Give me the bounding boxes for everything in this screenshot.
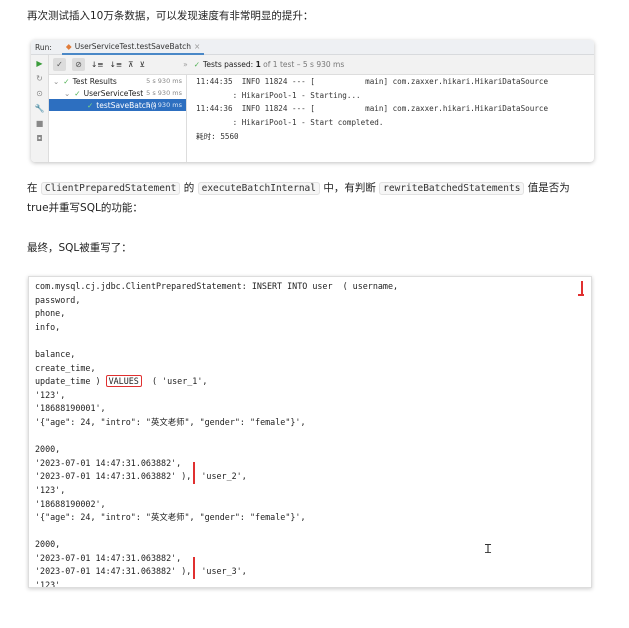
- more-icon[interactable]: »: [183, 60, 188, 69]
- code-line: '{"age": 24, "intro": "英文老师", "gender": …: [35, 416, 306, 427]
- tree-time: 5 s 930 ms: [146, 89, 182, 97]
- code-line: ​: [35, 525, 585, 539]
- left-gutter: ▶ ↻ ⊙ 🔧 ■ ◘: [31, 55, 49, 162]
- tree-label: Test Results: [72, 76, 117, 86]
- code-line: balance,: [35, 348, 76, 359]
- camera-icon[interactable]: ◘: [36, 134, 42, 143]
- code-line: '123': [35, 580, 61, 588]
- code-line: '2023-07-01 14:47:31.063882' ),( 'user_3…: [35, 566, 247, 577]
- code-line: 2000,: [35, 444, 61, 455]
- run-icon[interactable]: ▶: [36, 59, 42, 68]
- inline-code: ClientPreparedStatement: [40, 182, 181, 195]
- code-line: '18688190001',: [35, 403, 106, 414]
- paragraph-line-1: 在 ClientPreparedStatement 的 executeBatch…: [27, 178, 570, 199]
- wrench-icon[interactable]: 🔧: [35, 104, 45, 113]
- text: 值是否为: [524, 182, 570, 194]
- values-highlight: VALUES: [105, 375, 142, 388]
- code-text: ( 'user_1',: [141, 376, 208, 387]
- console-output: 11:44:35 INFO 11824 --- [ main] com.zaxx…: [196, 75, 594, 162]
- code-line: password,: [35, 294, 81, 305]
- tree-item-testsavebatch[interactable]: ✓ testSaveBatch() 5 s 930 ms: [49, 99, 186, 111]
- close-icon[interactable]: ×: [194, 42, 200, 51]
- code-line: '123',: [35, 389, 66, 400]
- ide-run-panel: Run: ◆ UserServiceTest.testSaveBatch × ▶ ↻ ⊙…: [31, 40, 594, 162]
- tab-label: UserServiceTest.testSaveBatch: [74, 41, 192, 51]
- status-suffix: of 1 test – 5 s 930 ms: [260, 60, 345, 69]
- sql-code-block: com.mysql.cj.jdbc.ClientPreparedStatemen…: [28, 276, 592, 588]
- code-line: '2023-07-01 14:47:31.063882',: [35, 457, 182, 468]
- console-line: 11:44:36 INFO 11824 --- [ main] com.zaxx…: [196, 104, 549, 114]
- console-line: : HikariPool-1 - Starting...: [196, 90, 361, 100]
- code-line: '2023-07-01 14:47:31.063882',: [35, 552, 182, 563]
- text: 在: [27, 182, 41, 194]
- show-ignored-icon[interactable]: ⊘: [72, 58, 85, 71]
- test-tree: ⌄ ✓ Test Results 5 s 930 ms ⌄ ✓ UserServiceTe…: [49, 75, 187, 162]
- tree-time: 5 s 930 ms: [146, 101, 182, 109]
- red-annotation-mark: [193, 462, 195, 484]
- code-line: '2023-07-01 14:47:31.063882' ),( 'user_2…: [35, 471, 247, 482]
- red-annotation-mark: [193, 557, 195, 579]
- text-cursor-icon: Ｉ: [482, 542, 495, 556]
- run-tab[interactable]: ◆ UserServiceTest.testSaveBatch ×: [61, 40, 205, 55]
- text: 中，有判断: [319, 182, 380, 194]
- text: 的: [180, 182, 198, 194]
- run-title-bar: Run: ◆ UserServiceTest.testSaveBatch ×: [31, 40, 594, 55]
- paragraph-line-2: true并重写SQL的功能：: [27, 202, 143, 214]
- collapse-icon[interactable]: ⊻: [140, 60, 146, 69]
- intro-text: 再次测试插入10万条数据，可以发现速度有非常明显的提升：: [27, 10, 314, 22]
- inline-code: executeBatchInternal: [197, 182, 320, 195]
- sort-alpha-icon[interactable]: ↓≡: [91, 60, 104, 69]
- tree-item-test-results[interactable]: ⌄ ✓ Test Results 5 s 930 ms: [49, 75, 186, 87]
- stop-icon[interactable]: ■: [36, 119, 44, 128]
- console-line: : HikariPool-1 - Start completed.: [196, 118, 384, 128]
- code-text: update_time ): [35, 376, 106, 387]
- console-line: 11:44:35 INFO 11824 --- [ main] com.zaxx…: [196, 77, 549, 86]
- red-annotation-mark: [578, 294, 584, 296]
- debug-icon[interactable]: ⊙: [36, 89, 43, 98]
- code-line: info,: [35, 321, 61, 332]
- code-line: '123',: [35, 484, 66, 495]
- red-annotation-mark: [581, 281, 583, 295]
- code-line: phone,: [35, 308, 66, 319]
- values-line: update_time ) VALUES ( 'user_1',: [35, 375, 585, 389]
- tree-label: UserServiceTest: [83, 88, 144, 98]
- run-label: Run:: [35, 42, 52, 52]
- code-line: create_time,: [35, 362, 96, 373]
- test-toolbar: ✓ ⊘ ↓≡ ↓≡ ⊼ ⊻ » ✓ Tests passed: 1 of 1 te…: [49, 55, 594, 75]
- sort-duration-icon[interactable]: ↓≡: [110, 60, 123, 69]
- code-line: ​: [35, 334, 585, 348]
- final-text: 最终，SQL被重写了：: [27, 242, 132, 254]
- status-prefix: Tests passed:: [203, 60, 256, 69]
- test-status: ✓ Tests passed: 1 of 1 test – 5 s 930 ms: [193, 60, 345, 69]
- tree-time: 5 s 930 ms: [146, 77, 182, 85]
- code-line: ​: [35, 430, 585, 444]
- code-line: '18688190002',: [35, 498, 106, 509]
- inline-code: rewriteBatchedStatements: [379, 182, 525, 195]
- show-passed-icon[interactable]: ✓: [53, 58, 66, 71]
- code-line: com.mysql.cj.jdbc.ClientPreparedStatemen…: [35, 281, 399, 291]
- code-line: '{"age": 24, "intro": "英文老师", "gender": …: [35, 512, 306, 523]
- console-line: 耗时: 5560: [196, 131, 239, 141]
- code-line: 2000,: [35, 539, 61, 550]
- rerun-icon[interactable]: ↻: [36, 74, 43, 83]
- tree-item-userservicetest[interactable]: ⌄ ✓ UserServiceTest 5 s 930 ms: [49, 87, 186, 99]
- expand-icon[interactable]: ⊼: [128, 60, 134, 69]
- test-icon: ◆: [65, 41, 72, 51]
